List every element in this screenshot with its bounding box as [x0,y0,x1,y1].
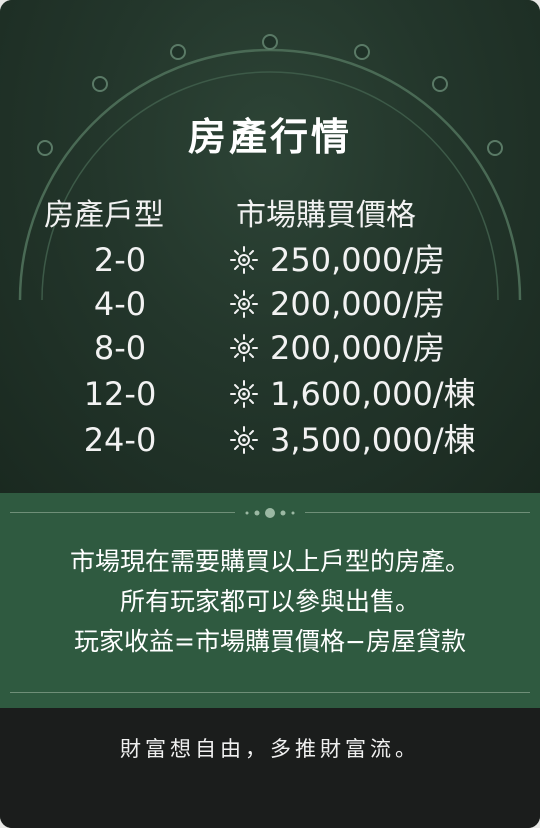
event-card: 房產行情 房產戶型 市場購買價格 2-0 250,000/房 4-0 200,0… [0,0,540,828]
price-row: 4-0 200,000/房 [0,282,540,326]
card-title: 房產行情 [187,115,352,159]
market-price: 3,500,000/棟 [270,421,476,459]
info-line: 所有玩家都可以參與出售。 [119,587,420,616]
unit-type: 2-0 [93,241,147,279]
sun-icon [230,290,258,318]
footer-slogan: 財富想自由，多推財富流。 [120,737,420,761]
market-price: 250,000/房 [270,241,446,279]
divider-line [10,692,530,693]
unit-type: 4-0 [93,285,147,323]
price-row: 12-0 1,600,000/棟 [0,372,540,416]
info-line: 市場現在需要購買以上戶型的房產。 [69,547,470,576]
unit-type: 24-0 [83,421,157,459]
market-price: 200,000/房 [270,329,446,367]
market-price: 1,600,000/棟 [270,375,476,413]
sun-icon [230,246,258,274]
price-column-header: 市場購買價格 [236,198,416,233]
market-price: 200,000/房 [270,285,446,323]
sun-icon [230,426,258,454]
info-line: 玩家收益=市場購買價格−房屋貸款 [74,627,466,656]
price-row: 8-0 200,000/房 [0,326,540,370]
price-row: 2-0 250,000/房 [0,238,540,282]
divider-ornament [235,503,305,523]
price-row: 24-0 3,500,000/棟 [0,418,540,462]
sun-icon [230,334,258,362]
unit-type: 12-0 [83,375,157,413]
sun-icon [230,380,258,408]
card-footer [0,708,540,828]
unit-type: 8-0 [93,329,147,367]
type-column-header: 房產戶型 [44,198,164,233]
